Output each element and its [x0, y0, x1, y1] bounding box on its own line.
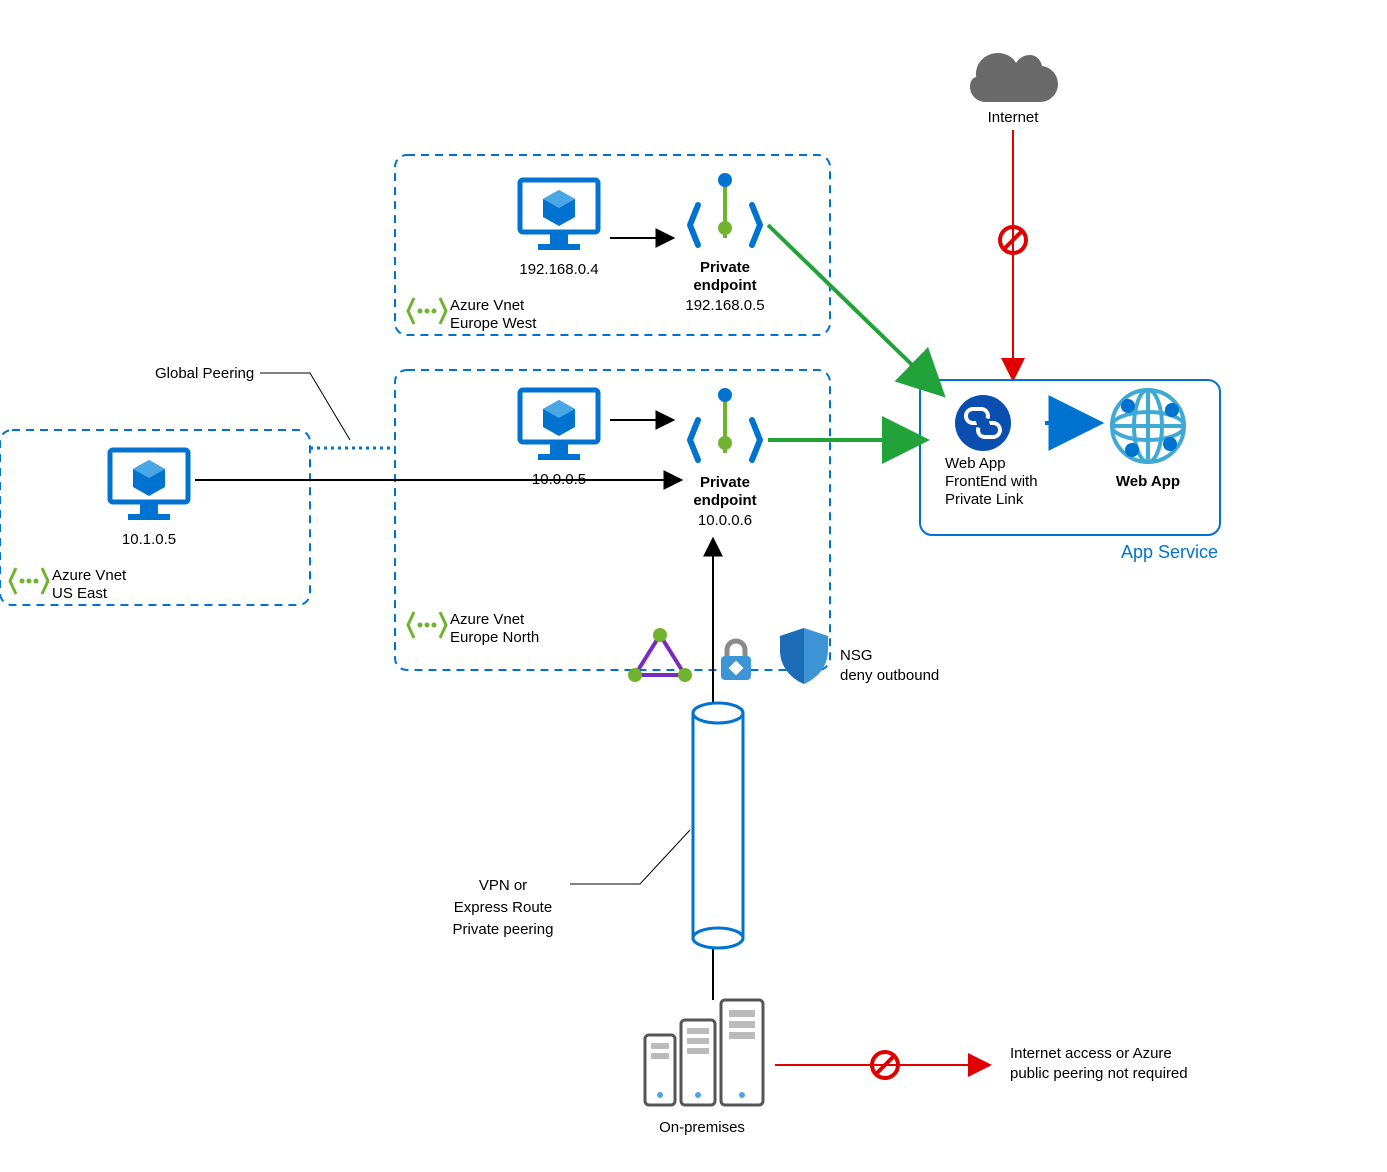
web-app-icon [1112, 390, 1184, 462]
cloud-icon [970, 53, 1058, 102]
peering-icon [10, 568, 48, 594]
private-link-icon [955, 395, 1011, 451]
note-line2: public peering not required [1010, 1065, 1188, 1082]
app-service-label: App Service [1121, 542, 1218, 562]
peering-icon [408, 612, 446, 638]
global-peering-leader [260, 373, 350, 440]
shield-icon [780, 628, 828, 684]
nsg-line1: NSG [840, 647, 873, 664]
peering-icon [408, 298, 446, 324]
west-pe-line1: Private [700, 259, 750, 276]
vnet-europe-west-box: Azure Vnet Europe West 192.168.0.4 Priva… [395, 155, 830, 335]
frontend-label-1: Web App [945, 455, 1006, 472]
north-pe-line2: endpoint [693, 492, 756, 509]
architecture-diagram: Internet App Service Web App FrontEnd wi… [0, 0, 1387, 1172]
private-endpoint-icon [690, 173, 760, 245]
onprem-label: On-premises [659, 1119, 745, 1136]
vnet-west-tag-1: Azure Vnet [450, 297, 525, 314]
global-peering-label: Global Peering [155, 365, 254, 382]
vm-icon [110, 450, 188, 520]
private-endpoint-icon [690, 388, 760, 460]
frontend-label-2: FrontEnd with [945, 473, 1038, 490]
vm-icon [520, 390, 598, 460]
webapp-label: Web App [1116, 473, 1180, 490]
vnet-east-tag-2: US East [52, 585, 108, 602]
north-pe-line1: Private [700, 474, 750, 491]
vpn-line1: VPN or [479, 877, 527, 894]
vnet-east-vm-ip: 10.1.0.5 [122, 531, 176, 548]
vpn-line2: Express Route [454, 899, 552, 916]
vnet-us-east-box: Azure Vnet US East 10.1.0.5 [0, 430, 310, 605]
vnet-west-vm-ip: 192.168.0.4 [519, 261, 598, 278]
lock-icon [721, 641, 751, 680]
vnet-west-tag-2: Europe West [450, 315, 537, 332]
west-pe-to-app-arrow [768, 225, 940, 392]
app-service-box: App Service Web App FrontEnd with Privat… [920, 380, 1220, 562]
vnet-north-tag-2: Europe North [450, 629, 539, 646]
vm-icon [520, 180, 598, 250]
west-pe-line2: endpoint [693, 277, 756, 294]
load-balancer-icon [628, 628, 692, 682]
tunnel-icon [693, 703, 743, 948]
note-line1: Internet access or Azure [1010, 1045, 1172, 1062]
west-pe-ip: 192.168.0.5 [685, 297, 764, 314]
frontend-label-3: Private Link [945, 491, 1024, 508]
vnet-north-tag-1: Azure Vnet [450, 611, 525, 628]
vpn-line3: Private peering [453, 921, 554, 938]
internet-label: Internet [988, 109, 1040, 126]
vnet-east-tag-1: Azure Vnet [52, 567, 127, 584]
vnet-europe-north-box: Azure Vnet Europe North 10.0.0.5 Private… [395, 370, 830, 670]
servers-icon [645, 1000, 763, 1105]
north-pe-ip: 10.0.0.6 [698, 512, 752, 529]
vpn-leader [570, 830, 690, 884]
nsg-line2: deny outbound [840, 667, 939, 684]
